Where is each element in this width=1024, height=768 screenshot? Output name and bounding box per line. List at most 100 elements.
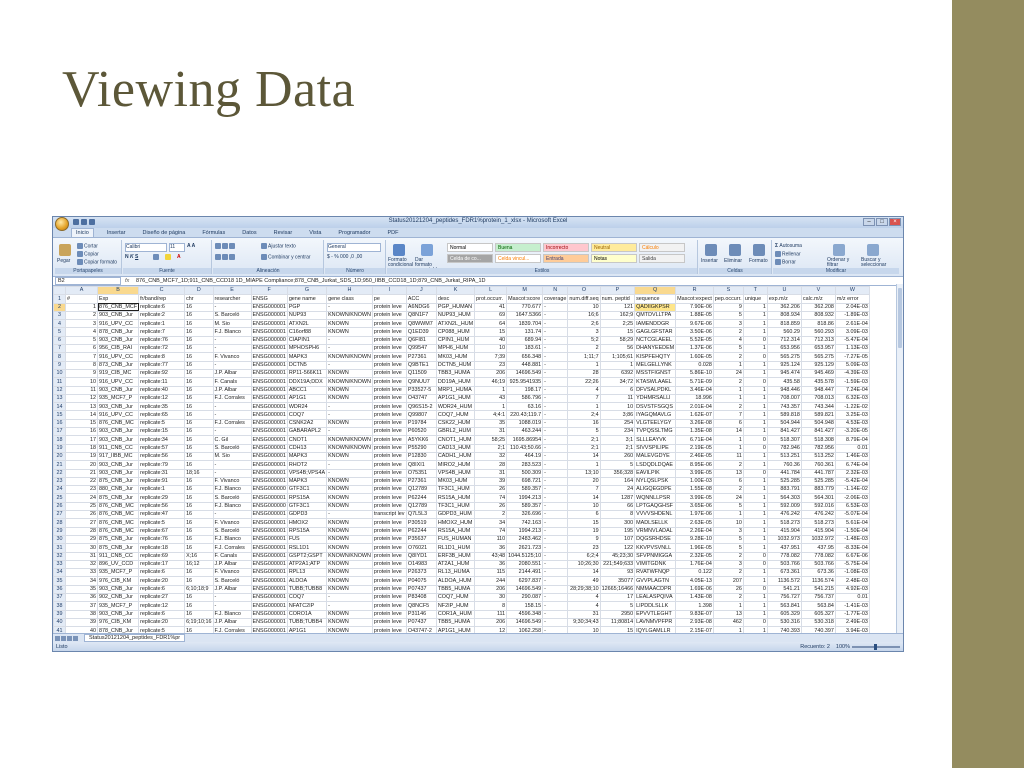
table-cell[interactable]: 1 (742, 476, 768, 487)
table-cell[interactable]: M. Sio (212, 451, 252, 462)
table-cell[interactable]: KNOWN/KNOWN (326, 377, 373, 387)
table-cell[interactable]: 742.163 (506, 518, 544, 528)
table-cell[interactable]: F. Canals (212, 551, 252, 561)
table-cell[interactable]: protein leve (371, 393, 407, 404)
wrap-text-button[interactable]: Ajustar texto (261, 243, 296, 249)
table-cell[interactable]: 14 (567, 451, 601, 462)
table-cell[interactable]: MK03_HUM (435, 352, 476, 362)
table-cell[interactable]: KNOWN (326, 543, 373, 553)
table-cell[interactable]: 1 (742, 368, 768, 379)
zoom-slider[interactable] (852, 643, 900, 650)
table-cell[interactable]: 592.009 (766, 501, 802, 512)
table-cell[interactable]: 16 (184, 377, 214, 387)
row-header[interactable]: 25 (53, 493, 66, 503)
table-cell[interactable]: MELGELLYNK (634, 360, 677, 370)
table-cell[interactable]: 903_CNB_Jur (96, 310, 140, 321)
table-cell[interactable]: Q8IXI1 (405, 460, 437, 470)
table-cell[interactable]: 563.841 (766, 601, 802, 611)
table-cell[interactable]: P55290 (405, 443, 437, 453)
table-cell[interactable]: COQ7 (286, 592, 328, 603)
table-cell[interactable]: MSSTFIGNST (634, 368, 677, 379)
table-cell[interactable]: 121 (599, 302, 636, 312)
table-cell[interactable]: ENSG000001 (250, 576, 288, 586)
table-cell[interactable]: 0 (742, 335, 768, 346)
table-cell[interactable]: 1287 (599, 493, 636, 503)
table-cell[interactable]: 2;6 (567, 319, 601, 329)
table-cell[interactable]: 441.784 (766, 468, 802, 478)
table-cell[interactable]: 1 (742, 518, 768, 528)
table-cell[interactable]: 5 (712, 501, 744, 512)
table-cell[interactable]: 326.696 (506, 509, 544, 520)
table-cell[interactable]: WDR24_HUM (435, 402, 476, 412)
table-cell[interactable]: 16 (184, 509, 214, 520)
table-cell[interactable]: 778.082 (800, 551, 836, 561)
table-cell[interactable]: -5.07E-04 (834, 509, 870, 520)
table-cell[interactable]: PGP_HUMAN (435, 302, 476, 312)
table-cell[interactable]: P35637 (405, 534, 437, 545)
table-cell[interactable]: protein leve (371, 335, 407, 346)
table-cell[interactable]: KNOWN/KNOWN (326, 551, 373, 561)
table-cell[interactable]: replicate:91 (138, 476, 186, 487)
table-cell[interactable]: LIPDDLSLLK (634, 601, 677, 611)
table-cell[interactable]: 122 (599, 543, 636, 553)
table-cell[interactable]: 0.01 (834, 592, 870, 603)
table-cell[interactable]: 708.013 (800, 393, 836, 404)
table-cell[interactable]: ATXN2L (286, 319, 328, 329)
table-cell[interactable]: COQ7_HUM (435, 410, 476, 420)
table-cell[interactable]: IAMENDDGR (634, 319, 677, 329)
table-cell[interactable]: MRP1_HUMA (435, 385, 476, 395)
column-title[interactable]: pep.occurr. (712, 294, 744, 304)
table-cell[interactable]: 1.00E-03 (675, 476, 714, 487)
table-cell[interactable]: protein leve (371, 377, 407, 387)
table-cell[interactable]: KKVPVSVNLL (634, 543, 677, 553)
table-cell[interactable]: CSNK2A2 (286, 418, 328, 429)
table-cell[interactable]: 956_CIB_RAI (96, 344, 140, 354)
table-cell[interactable]: replicate:67 (138, 526, 186, 536)
column-title[interactable]: pe (371, 294, 407, 304)
table-cell[interactable]: EPVVTLEGHT (634, 609, 677, 619)
table-cell[interactable]: protein leve (371, 493, 407, 503)
table-cell[interactable]: F. Vivanco (212, 568, 252, 578)
table-cell[interactable]: 31 (65, 551, 98, 561)
table-cell[interactable]: ENSG000001 (250, 451, 288, 462)
font-name-select[interactable]: Calibri (125, 243, 167, 252)
table-cell[interactable]: replicate:6 (138, 584, 186, 595)
tab-programador[interactable]: Programador (334, 229, 374, 237)
table-cell[interactable]: 13 (65, 402, 98, 412)
table-cell[interactable]: KNOWN (326, 534, 373, 545)
table-cell[interactable]: 4 (712, 335, 744, 346)
table-cell[interactable]: 2 (712, 377, 744, 387)
table-cell[interactable]: 43 (474, 393, 508, 404)
table-cell[interactable]: ENSG000001 (250, 443, 288, 453)
table-cell[interactable]: 16 (184, 335, 214, 346)
table-cell[interactable]: 5.86E-10 (675, 368, 714, 379)
table-cell[interactable]: replicate:12 (138, 601, 186, 611)
table-cell[interactable]: 2.01E-04 (675, 402, 714, 412)
table-cell[interactable]: -8.33E-04 (834, 543, 870, 553)
row-header[interactable]: 6 (53, 335, 66, 346)
table-cell[interactable]: 560.293 (800, 327, 836, 337)
select-all-corner[interactable] (53, 285, 66, 296)
table-cell[interactable]: 15 (474, 327, 508, 337)
table-cell[interactable]: - (326, 402, 373, 412)
table-cell[interactable]: 5.52E-05 (675, 335, 714, 346)
table-cell[interactable]: 2.26E-04 (675, 526, 714, 536)
column-title[interactable]: exp.m/z (766, 294, 802, 304)
table-cell[interactable]: 6 (65, 344, 98, 354)
table-cell[interactable]: replicate:6 (138, 568, 186, 578)
table-cell[interactable]: 1.76E-04 (675, 559, 714, 570)
table-cell[interactable]: replicate:5 (138, 518, 186, 528)
table-cell[interactable]: - (542, 559, 569, 570)
table-cell[interactable]: 9 (567, 534, 601, 545)
table-cell[interactable]: 708.007 (766, 393, 802, 404)
table-cell[interactable]: 437.95 (800, 543, 836, 553)
table-cell[interactable]: 20 (567, 476, 601, 487)
table-cell[interactable]: ENSG000001 (250, 435, 288, 445)
table-cell[interactable]: 35 (65, 584, 98, 595)
table-cell[interactable]: 30 (65, 543, 98, 553)
table-cell[interactable]: F.J. Blanco (212, 534, 252, 545)
table-cell[interactable]: 10 (474, 344, 508, 354)
table-cell[interactable]: 656.348 (506, 352, 544, 362)
table-cell[interactable]: 16 (184, 393, 214, 404)
table-cell[interactable]: 589.357 (506, 485, 544, 495)
